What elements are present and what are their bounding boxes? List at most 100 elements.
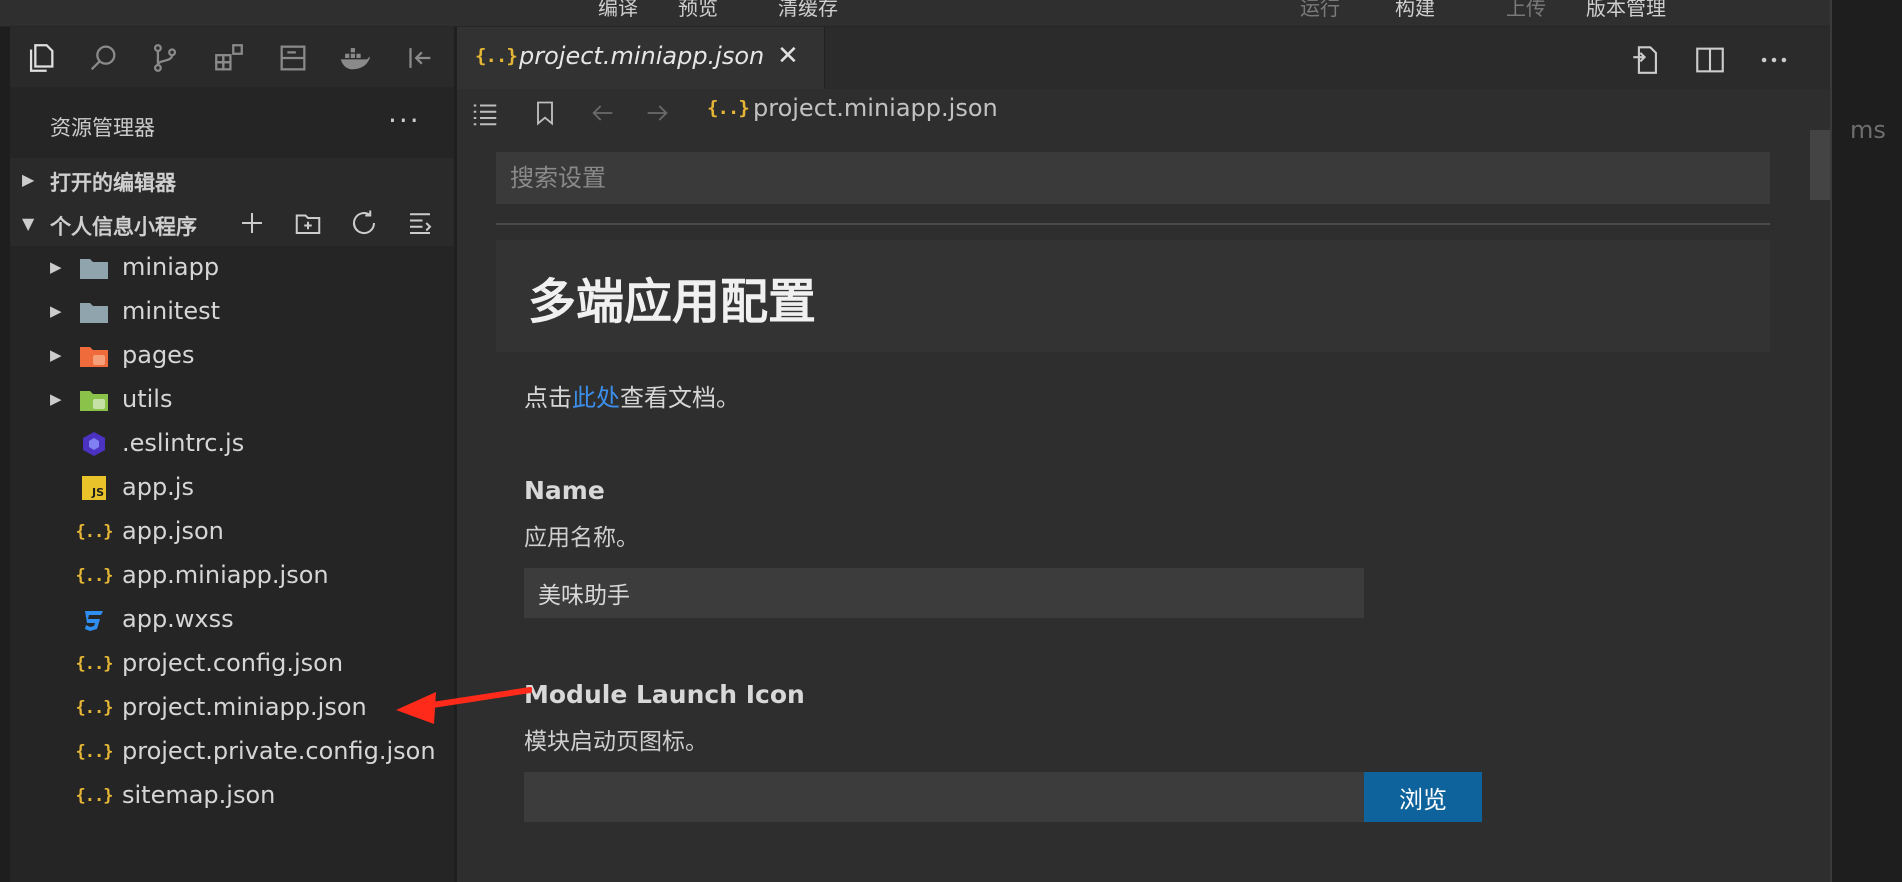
tree-item-app-wxss[interactable]: app.wxss	[10, 598, 454, 642]
javascript-icon: JS	[78, 474, 110, 502]
eslint-icon	[78, 430, 110, 458]
tree-item-project-config-json[interactable]: {..} project.config.json	[10, 642, 454, 686]
doc-hint: 点击此处查看文档。	[524, 378, 740, 413]
tree-item-project-private-config-json[interactable]: {..} project.private.config.json	[10, 730, 454, 774]
close-icon[interactable]: ✕	[777, 41, 799, 71]
tree-item-app-miniapp-json[interactable]: {..} app.miniapp.json	[10, 554, 454, 598]
chevron-right-icon: ▶	[50, 258, 62, 276]
name-description: 应用名称。	[524, 525, 639, 551]
tree-item-eslintrc[interactable]: .eslintrc.js	[10, 422, 454, 466]
tree-item-project-miniapp-json[interactable]: {..} project.miniapp.json	[10, 686, 454, 730]
explorer-icon[interactable]	[22, 39, 60, 77]
tree-item-miniapp[interactable]: ▶ miniapp	[10, 246, 454, 290]
utils-folder-icon	[78, 386, 110, 414]
heading-block: 多端应用配置	[496, 240, 1770, 352]
json-icon: {..}	[75, 786, 114, 806]
run-menu[interactable]: 运行	[1300, 0, 1340, 21]
open-json-icon[interactable]	[1629, 43, 1663, 81]
explorer-header: 资源管理器 ···	[10, 100, 454, 150]
file-name: miniapp	[122, 253, 220, 281]
pages-folder-icon	[78, 342, 110, 370]
search-icon[interactable]	[84, 39, 122, 77]
json-icon: {..}	[75, 654, 114, 674]
back-arrow-icon[interactable]	[585, 95, 621, 131]
upload-menu[interactable]: 上传	[1506, 0, 1546, 21]
version-menu[interactable]: 版本管理	[1586, 0, 1666, 21]
explorer-title: 资源管理器	[50, 116, 155, 140]
tab-title: project.miniapp.json	[519, 42, 765, 70]
folder-icon	[78, 298, 110, 326]
tree-item-pages[interactable]: ▶ pages	[10, 334, 454, 378]
launch-icon-field	[524, 772, 1364, 822]
compile-menu[interactable]: 编译	[598, 0, 638, 21]
chevron-right-icon: ▶	[50, 346, 62, 364]
file-name: pages	[122, 341, 195, 369]
file-name: .eslintrc.js	[122, 429, 245, 457]
chevron-right-icon: ▶	[50, 302, 62, 320]
more-actions-icon[interactable]	[1757, 43, 1791, 81]
file-name: utils	[122, 385, 173, 413]
css-icon	[78, 606, 110, 634]
build-menu[interactable]: 构建	[1395, 0, 1435, 21]
chevron-right-icon: ▶	[50, 390, 62, 408]
file-name: sitemap.json	[122, 781, 276, 809]
new-folder-icon[interactable]	[280, 208, 336, 242]
doc-prefix: 点击	[524, 384, 572, 412]
chevron-right-icon: ▶	[22, 170, 35, 189]
project-section[interactable]: ▼ 个人信息小程序	[10, 202, 454, 246]
tree-item-minitest[interactable]: ▶ minitest	[10, 290, 454, 334]
bookmark-icon[interactable]	[527, 95, 563, 131]
tree-item-app-js[interactable]: JS app.js	[10, 466, 454, 510]
collapse-all-icon[interactable]	[392, 208, 448, 242]
file-name: app.miniapp.json	[122, 561, 329, 589]
launch-icon-label: Module Launch Icon	[524, 680, 805, 709]
outline-list-icon[interactable]	[467, 95, 503, 131]
breadcrumb[interactable]: project.miniapp.json	[753, 94, 998, 122]
json-icon: {..}	[475, 45, 518, 67]
preview-menu[interactable]: 预览	[678, 0, 718, 21]
docker-icon[interactable]	[336, 39, 374, 77]
doc-link[interactable]: 此处	[572, 384, 620, 412]
launch-icon-description: 模块启动页图标。	[524, 729, 708, 755]
file-name: app.js	[122, 473, 194, 501]
file-name: project.private.config.json	[122, 737, 436, 765]
json-icon: {..}	[75, 698, 114, 718]
name-input[interactable]	[524, 568, 1364, 618]
doc-suffix: 查看文档。	[620, 384, 740, 412]
refresh-icon[interactable]	[336, 208, 392, 242]
json-icon: {..}	[75, 566, 114, 586]
tree-item-app-json[interactable]: {..} app.json	[10, 510, 454, 554]
right-panel-text: ms	[1850, 116, 1886, 144]
tree-item-sitemap-json[interactable]: {..} sitemap.json	[10, 774, 454, 818]
folder-icon	[78, 254, 110, 282]
tree-item-utils[interactable]: ▶ utils	[10, 378, 454, 422]
name-label: Name	[524, 476, 605, 505]
activity-bar	[10, 27, 454, 87]
browse-button[interactable]: 浏览	[1364, 772, 1482, 822]
open-editors-section[interactable]: ▶ 打开的编辑器	[10, 158, 454, 202]
divider-line	[496, 223, 1770, 225]
extensions-icon[interactable]	[210, 39, 248, 77]
launch-icon-input[interactable]	[524, 772, 1364, 822]
editor-toolbar: {..} project.miniapp.json	[457, 89, 1830, 135]
new-file-icon[interactable]	[224, 208, 280, 242]
storage-icon[interactable]	[274, 39, 312, 77]
window-edge	[0, 27, 10, 882]
tab-project-miniapp-json[interactable]: {..} project.miniapp.json ✕	[457, 27, 825, 89]
scrollbar-thumb[interactable]	[1810, 130, 1830, 200]
file-name: minitest	[122, 297, 221, 325]
source-control-icon[interactable]	[146, 39, 184, 77]
file-name: app.json	[122, 517, 224, 545]
right-panel: ms	[1830, 0, 1902, 882]
json-icon: {..}	[707, 97, 750, 119]
json-icon: {..}	[75, 742, 114, 762]
json-icon: {..}	[75, 522, 114, 542]
more-actions-icon[interactable]: ···	[388, 104, 421, 137]
top-menu-bar: 编译 预览 清缓存 运行 构建 上传 版本管理	[0, 0, 1830, 27]
clear-cache-menu[interactable]: 清缓存	[778, 0, 838, 21]
collapse-panel-icon[interactable]	[400, 39, 438, 77]
split-editor-icon[interactable]	[1693, 43, 1727, 81]
settings-search-input[interactable]	[496, 152, 1770, 204]
forward-arrow-icon[interactable]	[639, 95, 675, 131]
chevron-down-icon: ▼	[22, 214, 35, 233]
